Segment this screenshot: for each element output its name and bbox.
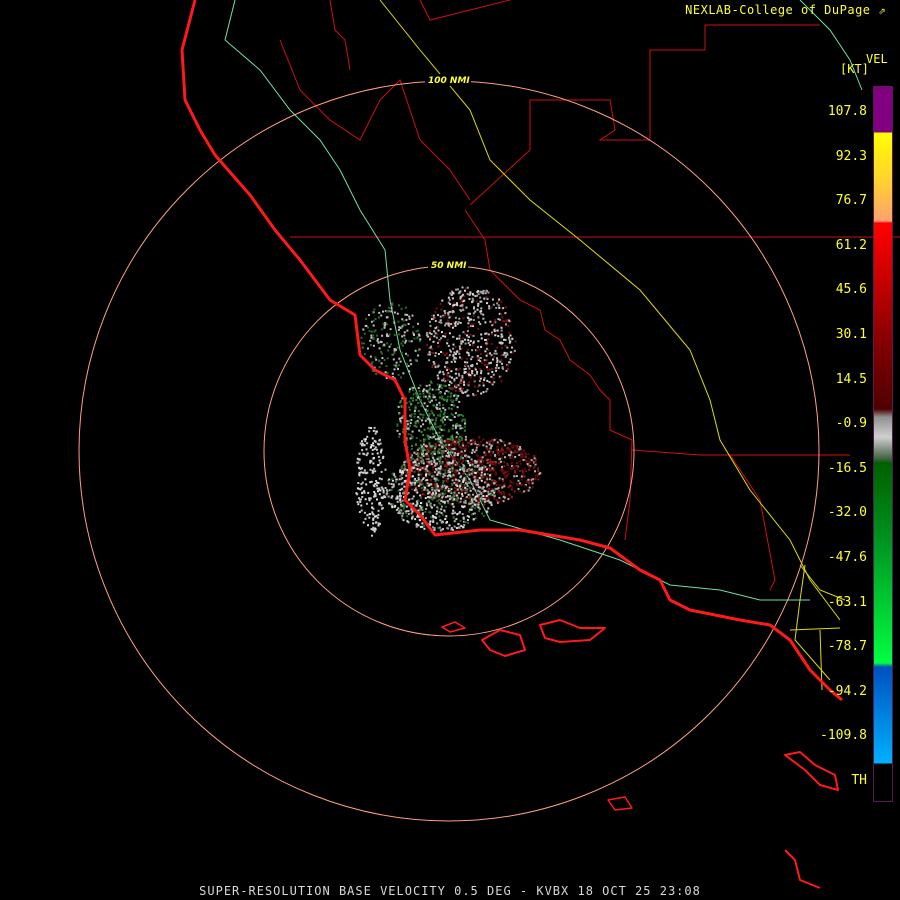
legend-tick-label: TH [851,773,867,788]
legend-product: VEL [866,52,888,66]
radar-map: 100 NMI 50 NMI [78,0,900,889]
legend-tick-label: 92.3 [835,148,867,164]
legend-tick-label: -78.7 [827,639,867,655]
island [441,621,466,633]
nexlab-credit-link[interactable]: NEXLAB-College of DuPage ⇗ [685,3,886,17]
legend-tick-label: -0.9 [835,416,867,432]
range-rings [78,80,820,822]
legend-tick-label: -63.1 [827,594,867,610]
coastline [180,0,843,889]
radar-display: 100 NMI 50 NMI NEXLAB-College of DuPage … [0,0,900,900]
legend-tick-label: -94.2 [827,683,867,699]
ring-label-100: 100 NMI [428,76,470,86]
legend-unit: [KT] [840,62,869,76]
island [607,796,633,811]
legend-tick-label: -32.0 [827,505,867,521]
legend-tick-label: 107.8 [827,104,867,119]
island [481,629,526,657]
legend-tick-label: 61.2 [835,237,867,253]
velocity-color-scale [873,86,893,802]
legend-tick-label: 14.5 [835,371,867,387]
island [784,751,839,791]
island [539,619,606,643]
radar-echoes [355,286,542,537]
legend-tick-label: -47.6 [827,550,867,565]
legend-tick-label: 30.1 [835,327,867,342]
product-caption: SUPER-RESOLUTION BASE VELOCITY 0.5 DEG -… [199,884,701,898]
legend-tick-label: -16.5 [827,460,867,476]
external-link-icon: ⇗ [878,3,886,17]
legend-tick-label: -109.8 [820,728,867,744]
ring-100-nmi [78,80,820,822]
credit-text: NEXLAB-College of DuPage [685,3,871,17]
legend-tick-label: 76.7 [835,193,867,209]
ring-label-50: 50 NMI [431,261,467,271]
legend-tick-label: 45.6 [835,282,867,298]
